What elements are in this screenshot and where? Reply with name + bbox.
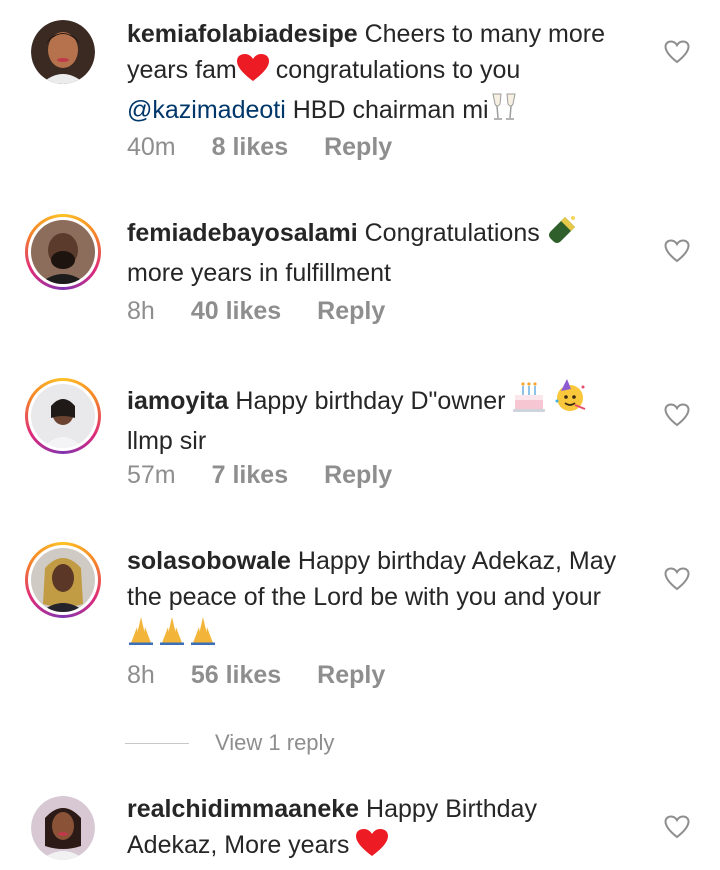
comment-text: femiadebayosalami Congratulations more y… <box>127 215 617 291</box>
likes-count[interactable]: 8 likes <box>212 133 288 162</box>
avatar[interactable] <box>25 542 101 618</box>
view-replies-label[interactable]: View 1 reply <box>215 730 334 756</box>
heart-outline-icon[interactable] <box>664 403 690 427</box>
reply-button[interactable]: Reply <box>324 461 392 490</box>
comment-text: solasobowale Happy birthday Adekaz, May … <box>127 543 617 655</box>
comment-text: iamoyita Happy birthday D"owner llmp sir <box>127 379 617 459</box>
comment-username[interactable]: realchidimmaaneke <box>127 795 359 823</box>
birthday-cake-emoji <box>512 381 546 423</box>
comment-timestamp: 8h <box>127 297 155 325</box>
comment-text-part: congratulations to you <box>268 56 521 84</box>
reply-button[interactable]: Reply <box>324 133 392 162</box>
comment-meta: 8h 40 likes Reply <box>127 297 385 326</box>
reply-button[interactable]: Reply <box>317 297 385 326</box>
heart-outline-icon[interactable] <box>664 239 690 263</box>
comment-text-part: Happy birthday D"owner <box>228 387 513 415</box>
comment-meta: 8h 56 likes Reply <box>127 661 385 690</box>
comment-timestamp: 57m <box>127 461 176 489</box>
likes-count[interactable]: 40 likes <box>191 297 281 326</box>
avatar[interactable] <box>31 20 95 84</box>
heart-outline-icon[interactable] <box>664 40 690 64</box>
likes-count[interactable]: 56 likes <box>191 661 281 690</box>
comment-text-part: Congratulations <box>357 219 547 247</box>
avatar[interactable] <box>25 214 101 290</box>
comment-meta: 57m 7 likes Reply <box>127 461 392 490</box>
heart-outline-icon[interactable] <box>664 567 690 591</box>
comment-username[interactable]: solasobowale <box>127 547 291 575</box>
divider <box>125 742 189 744</box>
avatar[interactable] <box>25 378 101 454</box>
view-replies-button[interactable]: View 1 reply <box>125 730 334 756</box>
comment-text: realchidimmaaneke Happy Birthday Adekaz,… <box>127 791 617 867</box>
heart-outline-icon[interactable] <box>664 815 690 839</box>
champagne-bottle-emoji <box>547 215 577 255</box>
comment-timestamp: 8h <box>127 661 155 689</box>
comment-text-part: more years in fulfillment <box>127 259 391 287</box>
comment-text-part: llmp sir <box>127 427 207 455</box>
mention-link[interactable]: @kazimadeoti <box>127 96 286 124</box>
comment-username[interactable]: femiadebayosalami <box>127 219 358 247</box>
folded-hands-emoji <box>127 615 217 655</box>
comment-meta: 40m 8 likes Reply <box>127 133 392 162</box>
comment-username[interactable]: kemiafolabiadesipe <box>127 20 358 48</box>
champagne-glasses-emoji <box>489 92 519 132</box>
partying-face-emoji <box>553 379 587 423</box>
avatar[interactable] <box>31 796 95 860</box>
likes-count[interactable]: 7 likes <box>212 461 288 490</box>
red-heart-emoji <box>236 54 269 92</box>
comment-text: kemiafolabiadesipe Cheers to many more y… <box>127 16 617 132</box>
comment-username[interactable]: iamoyita <box>127 387 228 415</box>
comment-text-part: HBD chairman mi <box>285 96 489 124</box>
reply-button[interactable]: Reply <box>317 661 385 690</box>
comment-timestamp: 40m <box>127 133 176 161</box>
red-heart-emoji <box>356 829 389 867</box>
